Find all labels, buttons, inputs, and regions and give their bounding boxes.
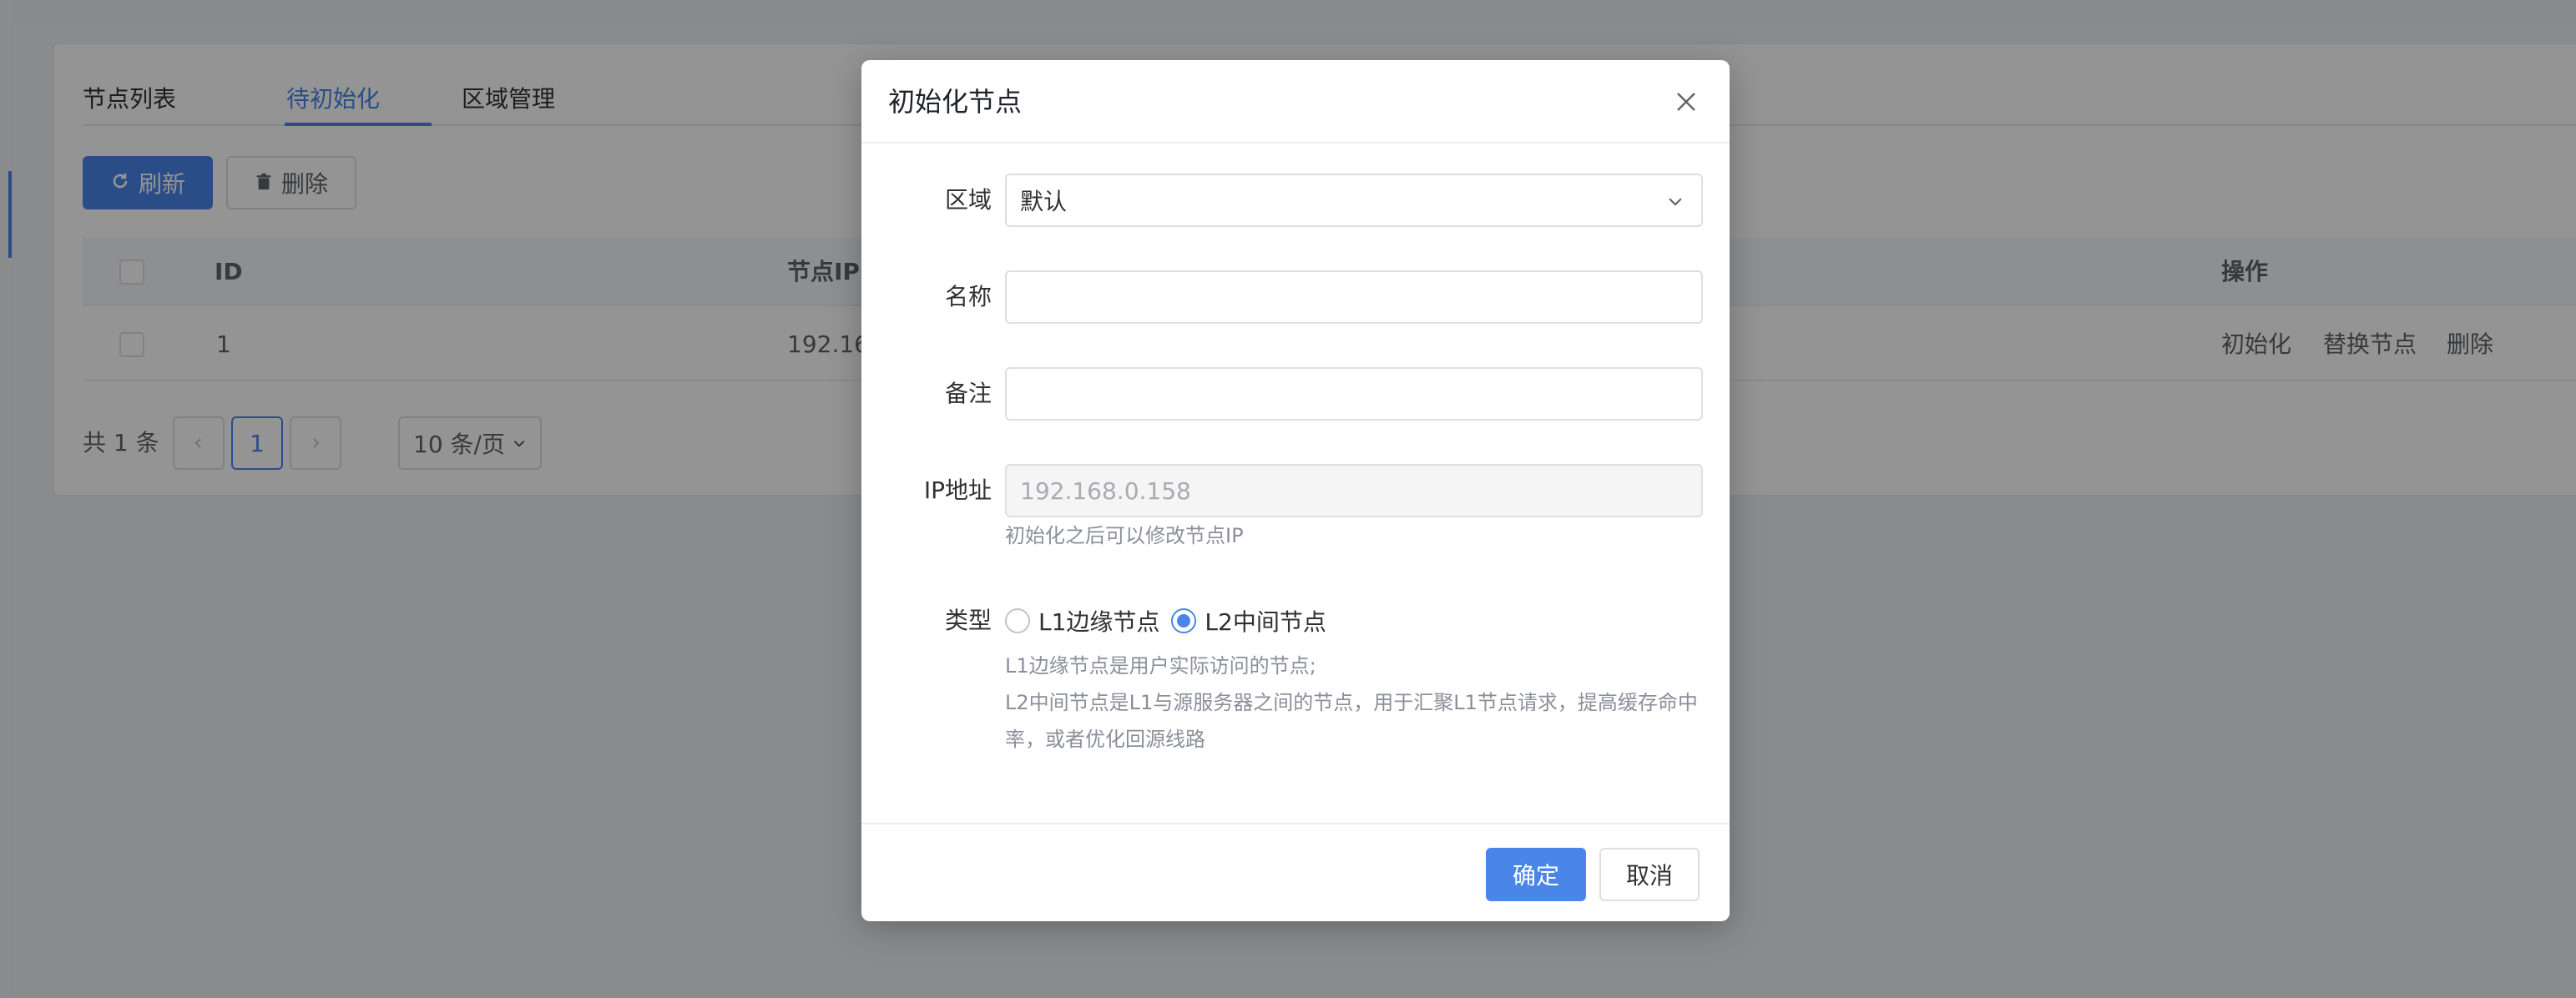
confirm-button[interactable]: 确定	[1486, 848, 1586, 901]
remark-label: 备注	[944, 380, 992, 407]
radio-l2-label: L2中间节点	[1205, 608, 1326, 636]
type-help-line-1: L1边缘节点是用户实际访问的节点;	[1005, 654, 1316, 678]
ip-label: IP地址	[923, 476, 992, 504]
radio-l1-circle[interactable]	[1005, 608, 1030, 633]
type-help-line-3: 率，或者优化回源线路	[1005, 728, 1205, 751]
dialog-header: 初始化节点	[861, 60, 1730, 144]
dialog-title: 初始化节点	[888, 86, 1023, 118]
ip-field-disabled: 192.168.0.158	[1005, 464, 1703, 517]
close-button[interactable]	[1671, 87, 1701, 117]
type-label: 类型	[944, 607, 992, 634]
radio-l1-edge-node[interactable]: L1边缘节点	[1005, 604, 1159, 638]
radio-l1-label: L1边缘节点	[1038, 608, 1160, 636]
chevron-down-icon	[1669, 198, 1682, 206]
init-node-dialog: 初始化节点 区域 默认 名称 备注 IP地址 192.168.0.158 初始化…	[861, 60, 1730, 921]
name-input[interactable]	[1020, 272, 1701, 322]
ip-help-text: 初始化之后可以修改节点IP	[1005, 524, 1244, 547]
radio-l2-circle[interactable]	[1171, 608, 1197, 633]
type-help-line-2: L2中间节点是L1与源服务器之间的节点，用于汇聚L1节点请求，提高缓存命中	[1005, 691, 1698, 714]
remark-field[interactable]	[1005, 367, 1703, 421]
radio-l2-middle-node[interactable]: L2中间节点	[1171, 604, 1326, 638]
name-field[interactable]	[1005, 270, 1703, 324]
region-label: 区域	[944, 186, 992, 214]
remark-input[interactable]	[1020, 369, 1701, 419]
region-select-value: 默认	[1020, 188, 1068, 215]
close-icon	[1677, 93, 1695, 111]
name-label: 名称	[944, 283, 992, 310]
dialog-footer: 确定 取消	[861, 823, 1730, 921]
cancel-button[interactable]: 取消	[1599, 848, 1700, 901]
region-select[interactable]: 默认	[1005, 174, 1703, 227]
node-type-radio-group: L1边缘节点 L2中间节点	[1005, 594, 1326, 648]
ip-value: 192.168.0.158	[1020, 476, 1191, 505]
